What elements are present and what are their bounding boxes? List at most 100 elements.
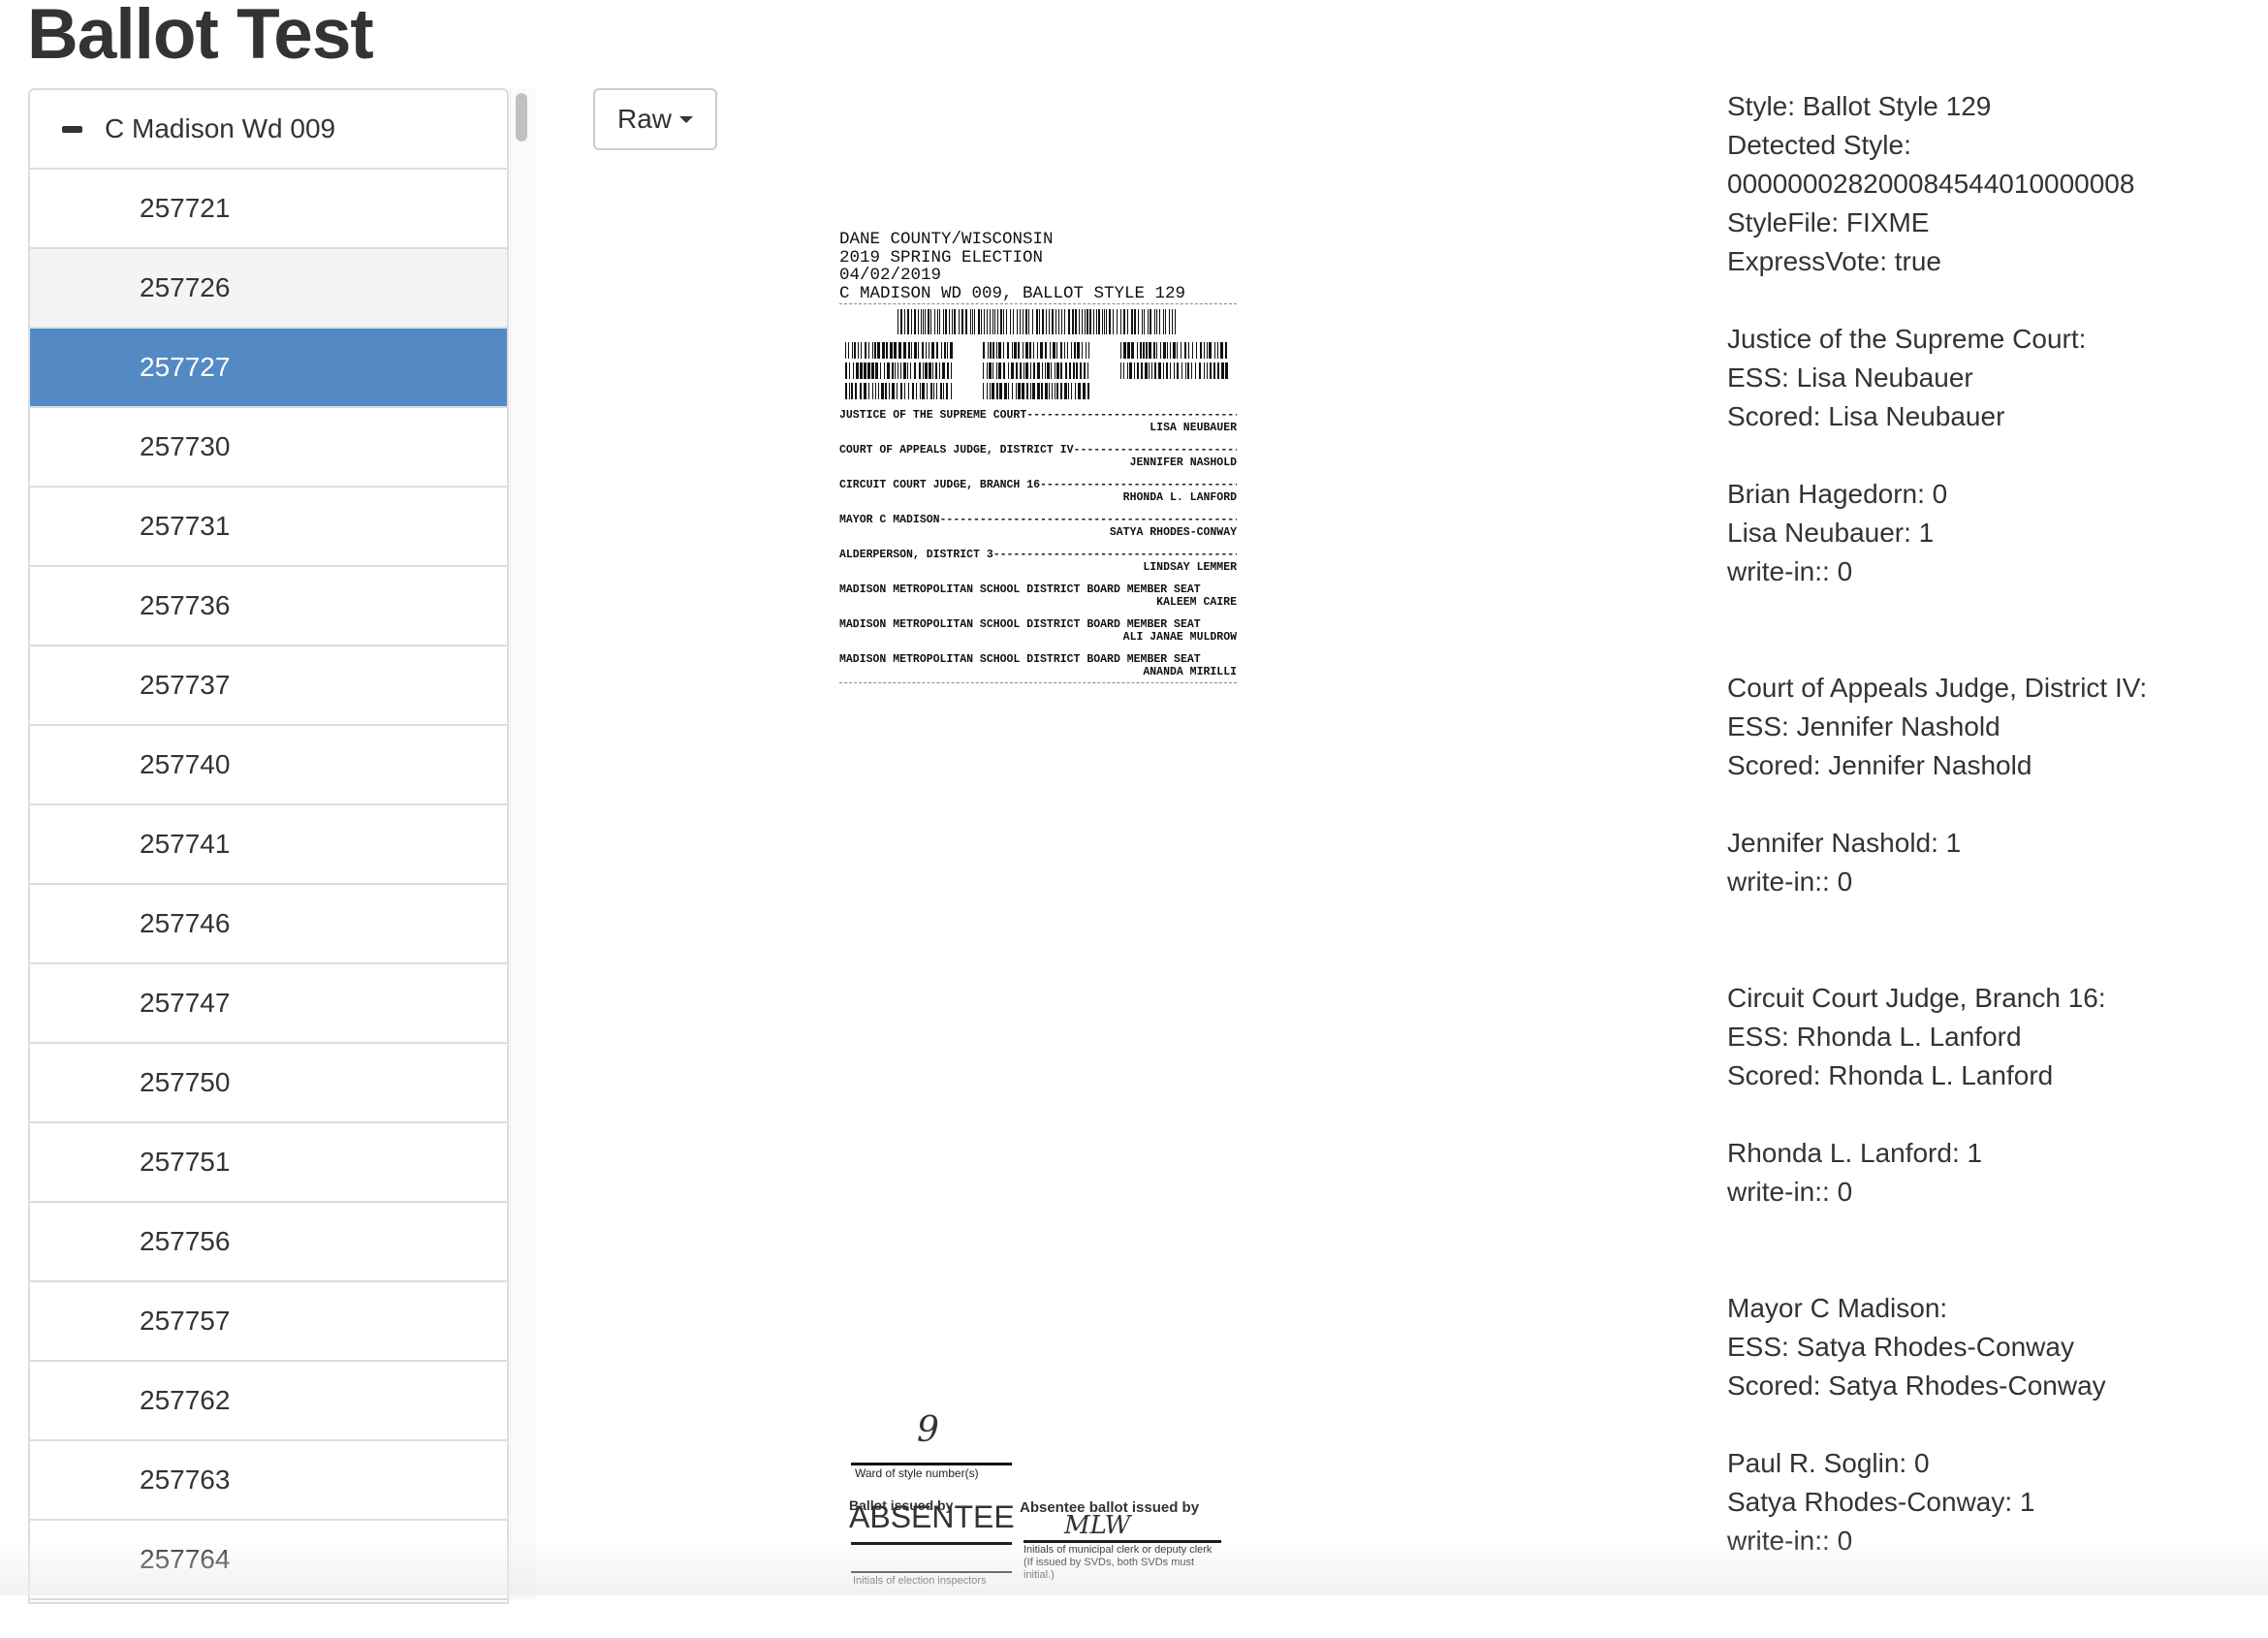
barcode-bar [939,309,941,335]
barcode-bar [1064,362,1068,380]
barcode-bar [925,309,927,335]
barcode-bar [1018,342,1021,360]
sidebar-item-257741[interactable]: 257741 [30,805,507,885]
barcode-bar [1024,309,1027,335]
barcode-bar [1025,362,1028,380]
barcode-bar [927,383,929,400]
barcode-bar [933,383,935,400]
barcode-bar [1056,342,1058,360]
barcode-bar [1146,342,1148,360]
barcode-bar [1045,383,1048,400]
sidebar-item-257721[interactable]: 257721 [30,170,507,249]
barcode-bar [945,309,947,335]
barcode-bar [1171,309,1173,335]
sidebar-item-257757[interactable]: 257757 [30,1282,507,1362]
barcode-bar [859,383,862,400]
barcode-bar [1063,342,1065,360]
sidebar-item-257740[interactable]: 257740 [30,726,507,805]
barcode-bar [1070,342,1073,360]
collapse-icon[interactable] [62,125,82,133]
barcode-bar [1153,342,1155,360]
barcode-bar [1141,309,1143,335]
barcode-bar [961,309,963,335]
barcode-bar [1035,309,1038,335]
barcode-bar [1016,362,1019,380]
contest-result: Circuit Court Judge, Branch 16: ESS: Rhon… [1727,979,2147,1212]
barcode-bar [1085,342,1087,360]
barcode-bar [1141,362,1143,380]
barcode-bar [907,383,910,400]
barcode-bar [880,362,882,380]
barcode-bar [892,362,894,380]
barcode-bar [1122,342,1126,360]
barcode-bar [933,309,936,335]
barcode-bar [932,362,934,380]
scrollbar-thumb[interactable] [516,93,527,142]
barcode-bar [925,362,928,380]
sidebar-item-257727[interactable]: 257727 [30,329,507,408]
tree-group-c-madison-wd-009[interactable]: C Madison Wd 009 [30,90,507,170]
barcode-bar [897,383,898,400]
barcode-bar [951,309,953,335]
barcode-bar [1187,342,1190,360]
view-mode-dropdown[interactable]: Raw [593,88,717,150]
barcode-bar [1104,309,1105,335]
barcode-bar [951,362,953,380]
sidebar-item-257746[interactable]: 257746 [30,885,507,964]
barcode-bar [1022,383,1025,400]
barcode-bar [996,383,998,400]
sidebar-item-257737[interactable]: 257737 [30,646,507,726]
contest-tally: write-in:: 0 [1727,866,1853,897]
barcode-bar [920,309,922,335]
barcode-bar [983,309,986,335]
sidebar-item-257763[interactable]: 257763 [30,1441,507,1521]
barcode [983,383,1091,400]
sidebar-item-257736[interactable]: 257736 [30,567,507,646]
barcode-bar [944,342,946,360]
barcode-bar [1047,362,1050,380]
barcode-bar [1078,383,1081,400]
ballot-contest-choice: KALEEM CAIRE [1156,596,1237,610]
barcode-bar [1049,383,1051,400]
barcode-bar [854,383,858,400]
barcode-bar [887,362,890,380]
barcode-bar [845,362,848,380]
barcode-bar [929,362,931,380]
barcode-bar [939,383,942,400]
barcode-bar [1084,309,1086,335]
sidebar-item-257750[interactable]: 257750 [30,1044,507,1123]
sidebar-item-257764[interactable]: 257764 [30,1521,507,1600]
barcode-bar [986,309,988,335]
barcode-bar [1056,362,1059,380]
ballot-header: DANE COUNTY/WISCONSIN 2019 SPRING ELECTIO… [839,231,1237,302]
barcode-bar [1127,342,1130,360]
sidebar-item-257762[interactable]: 257762 [30,1362,507,1441]
sidebar-item-257747[interactable]: 257747 [30,964,507,1044]
sidebar-item-257726[interactable]: 257726 [30,249,507,329]
barcode-bar [1029,342,1032,360]
barcode-bar [998,342,1001,360]
barcode-bar [1004,383,1007,400]
barcode [845,362,954,380]
barcode-bar [1022,309,1024,335]
sidebar-item-257731[interactable]: 257731 [30,488,507,567]
barcode-bar [1060,309,1062,335]
sidebar-item-257756[interactable]: 257756 [30,1203,507,1282]
barcode-bar [1003,342,1005,360]
barcode-bar [938,362,940,380]
sidebar-scrollbar[interactable] [510,88,536,1600]
sidebar-item-257730[interactable]: 257730 [30,408,507,488]
barcode-bar [1028,309,1030,335]
ballot-contest: ALDERPERSON, DISTRICT 3-----------------… [839,549,1237,574]
barcode-bar [1163,362,1165,380]
barcode-bar [1176,362,1180,380]
ballot-contest-choice: JENNIFER NASHOLD [1129,457,1237,470]
barcode-bar [989,362,992,380]
barcode-bar [864,362,866,380]
barcode-bar [860,342,863,360]
contest-tally: Jennifer Nashold: 1 [1727,828,1962,858]
ballot-header-line: DANE COUNTY/WISCONSIN [839,230,1054,249]
barcode-bar [1008,383,1010,400]
barcode-bar [916,383,918,400]
sidebar-item-257751[interactable]: 257751 [30,1123,507,1203]
